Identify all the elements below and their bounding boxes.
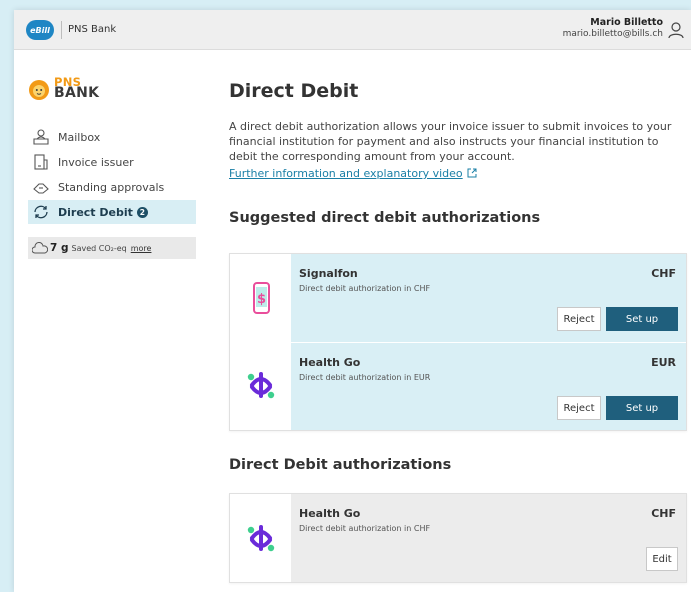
- reject-button[interactable]: Reject: [557, 396, 601, 420]
- sidebar-item-direct-debit[interactable]: Direct Debit 2: [28, 200, 196, 224]
- page-title: Direct Debit: [229, 80, 359, 102]
- currency-label: CHF: [651, 507, 676, 520]
- phone-dollar-icon: $: [253, 282, 270, 314]
- external-link-icon: [467, 168, 477, 178]
- currency-label: CHF: [651, 267, 676, 280]
- user-name: Mario Billetto: [590, 17, 663, 28]
- issuer-name: Health Go: [299, 356, 361, 369]
- more-link[interactable]: more: [131, 244, 152, 253]
- sidebar-item-standing-approvals[interactable]: Standing approvals: [28, 175, 196, 199]
- cloud-icon: [32, 242, 48, 254]
- card-description: Direct debit authorization in EUR: [299, 373, 431, 382]
- invoice-issuer-icon: [34, 154, 48, 170]
- co2-savings: 7 g Saved CO₂-eq more: [28, 237, 196, 259]
- issuer-name: Health Go: [299, 507, 361, 520]
- issuer-logo-cell: $: [230, 254, 291, 342]
- authorizations-list: Health Go Direct debit authorization in …: [229, 493, 687, 583]
- lion-logo-icon: [29, 80, 49, 100]
- card-body: Health Go Direct debit authorization in …: [291, 494, 686, 582]
- card-description: Direct debit authorization in CHF: [299, 524, 431, 533]
- suggested-card: $ Signalfon Direct debit authorization i…: [230, 254, 686, 342]
- sidebar-item-invoice-issuer[interactable]: Invoice issuer: [28, 150, 196, 174]
- logo-text-bottom: BANK: [54, 85, 100, 101]
- sidebar-item-label: Standing approvals: [58, 180, 165, 194]
- mailbox-icon: [33, 129, 49, 145]
- sidebar-item-label: Mailbox: [58, 130, 101, 144]
- set-up-button[interactable]: Set up: [606, 396, 678, 420]
- suggested-card: Health Go Direct debit authorization in …: [230, 342, 686, 430]
- card-description: Direct debit authorization in CHF: [299, 284, 431, 293]
- svg-text:$: $: [257, 292, 266, 307]
- co2-value: 7 g: [50, 242, 69, 254]
- health-go-logo-icon: [247, 525, 275, 552]
- set-up-button[interactable]: Set up: [606, 307, 678, 331]
- bank-logo: PNS BANK: [28, 76, 118, 107]
- edit-button[interactable]: Edit: [646, 547, 678, 571]
- divider: [61, 21, 62, 39]
- authorization-card: Health Go Direct debit authorization in …: [230, 494, 686, 582]
- sidebar-item-label: Direct Debit: [58, 205, 133, 219]
- intro-text: A direct debit authorization allows your…: [229, 120, 672, 163]
- top-bar: eBill PNS Bank Mario Billetto mario.bill…: [14, 10, 691, 50]
- sidebar-item-mailbox[interactable]: Mailbox: [28, 125, 196, 149]
- authorizations-section-title: Direct Debit authorizations: [229, 457, 452, 473]
- issuer-name: Signalfon: [299, 267, 358, 280]
- suggested-section-title: Suggested direct debit authorizations: [229, 210, 541, 226]
- issuer-logo-cell: [230, 494, 291, 582]
- sidebar-item-label: Invoice issuer: [58, 155, 134, 169]
- info-video-link-label: Further information and explanatory vide…: [229, 167, 463, 180]
- issuer-logo-cell: [230, 343, 291, 430]
- bank-name: PNS Bank: [68, 24, 117, 35]
- app-window: eBill PNS Bank Mario Billetto mario.bill…: [14, 10, 691, 592]
- co2-label: Saved CO₂-eq: [71, 243, 127, 253]
- ebill-logo[interactable]: eBill: [26, 20, 54, 40]
- currency-label: EUR: [651, 356, 676, 369]
- handshake-icon: [33, 183, 49, 194]
- reject-button[interactable]: Reject: [557, 307, 601, 331]
- card-body: Health Go Direct debit authorization in …: [291, 343, 686, 430]
- user-icon[interactable]: [667, 21, 685, 39]
- card-body: Signalfon Direct debit authorization in …: [291, 254, 686, 342]
- suggested-list: $ Signalfon Direct debit authorization i…: [229, 253, 687, 431]
- user-email: mario.billetto@bills.ch: [562, 29, 663, 39]
- info-video-link[interactable]: Further information and explanatory vide…: [229, 167, 477, 180]
- count-badge: 2: [136, 206, 148, 218]
- refresh-icon: [34, 205, 48, 219]
- health-go-logo-icon: [247, 372, 275, 399]
